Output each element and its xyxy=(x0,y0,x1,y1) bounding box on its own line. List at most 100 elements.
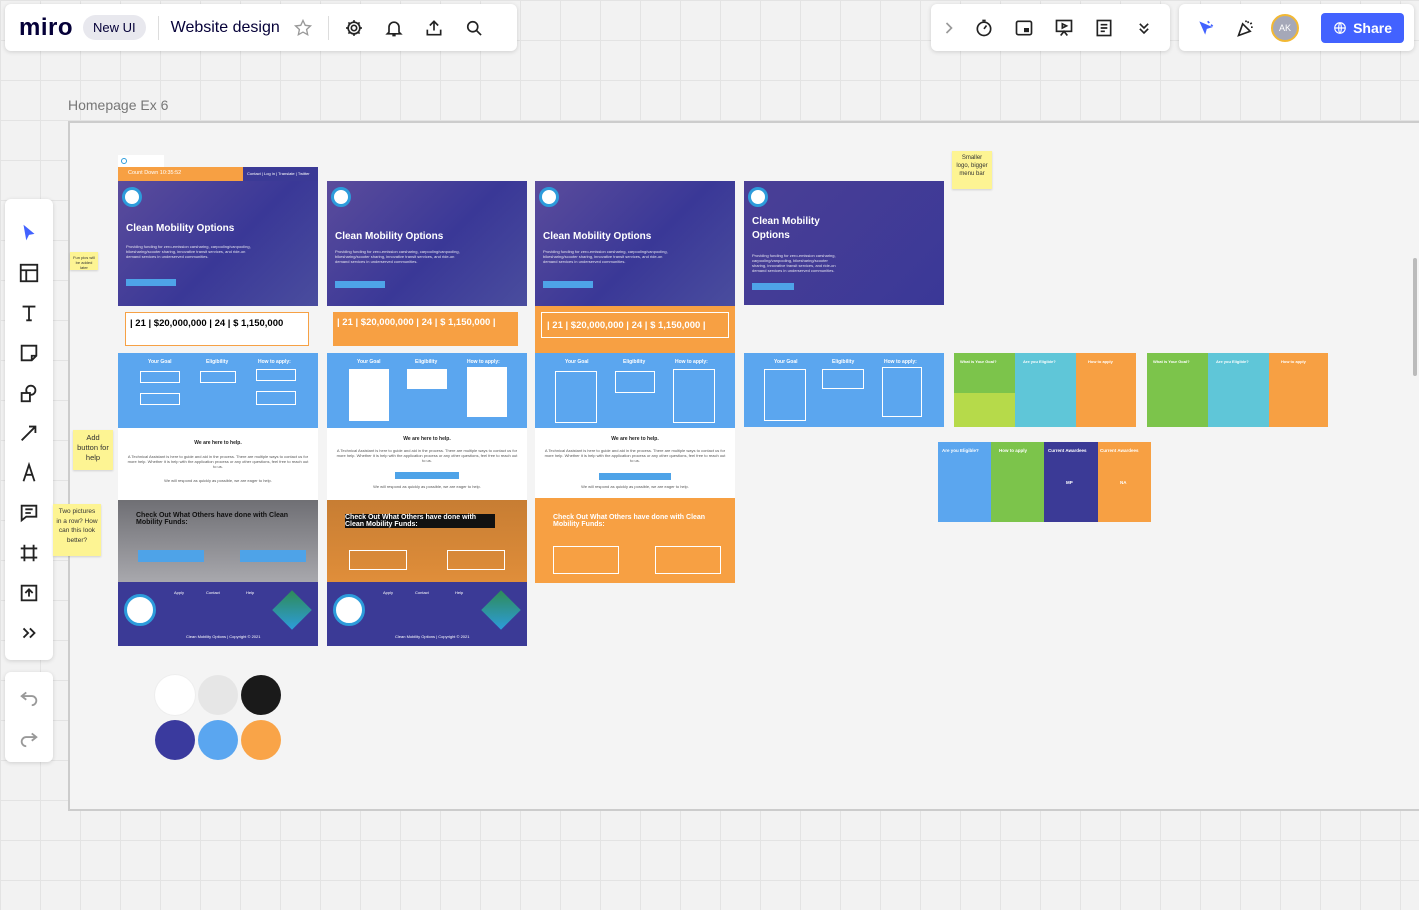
presentation-icon[interactable] xyxy=(1051,15,1077,41)
goals-section-1[interactable]: Your Goal Eligibility How to apply: xyxy=(118,353,318,428)
sticky-note[interactable]: Fun pics will be added later xyxy=(70,252,98,270)
left-toolbar xyxy=(5,199,53,660)
notes-icon[interactable] xyxy=(1091,15,1117,41)
how-apply-label: How to apply xyxy=(1088,359,1113,364)
footer-copyright: Clean Mobility Options | Copyright © 202… xyxy=(186,634,261,639)
undo-redo-panel xyxy=(5,672,53,762)
mini-logo-icon xyxy=(121,158,127,164)
chevron-right-icon[interactable] xyxy=(939,15,959,41)
na-label: NA xyxy=(1120,480,1127,485)
star-icon[interactable] xyxy=(290,15,316,41)
upload-icon[interactable] xyxy=(11,573,47,613)
sticky-note[interactable]: Two pictures in a row? How can this look… xyxy=(53,504,101,556)
hero-mockup-2[interactable]: Clean Mobility Options Providing funding… xyxy=(327,181,527,306)
apply-box xyxy=(673,369,715,423)
select-tool-icon[interactable] xyxy=(11,213,47,253)
top-links-bar[interactable]: Contact | Log in | Translate | Twitter xyxy=(243,167,318,181)
hero-title: Clean Mobility Options xyxy=(126,223,235,234)
upload-icon[interactable] xyxy=(421,15,447,41)
sticky-note-icon[interactable] xyxy=(11,333,47,373)
current-awardees-label: Current Awardees xyxy=(1048,448,1087,453)
share-button[interactable]: Share xyxy=(1321,12,1404,43)
help-heading: We are here to help. xyxy=(403,436,451,442)
goal-block-variant-1[interactable]: What is Your Goal? Are you Eligible? How… xyxy=(954,353,1136,427)
apply-box xyxy=(256,391,296,405)
color-swatch-orange[interactable] xyxy=(241,720,281,760)
new-ui-badge[interactable]: New UI xyxy=(83,15,146,40)
color-swatch-blue[interactable] xyxy=(198,720,238,760)
apply-column: How to apply xyxy=(991,442,1044,522)
shapes-icon[interactable] xyxy=(11,373,47,413)
chevron-double-down-icon[interactable] xyxy=(1131,15,1157,41)
color-swatch-light-gray[interactable] xyxy=(198,675,238,715)
checkout-section-3[interactable]: Check Out What Others have done with Cle… xyxy=(535,498,735,583)
how-apply-header: How to apply: xyxy=(675,359,708,365)
text-tool-icon[interactable] xyxy=(11,293,47,333)
pen-icon[interactable] xyxy=(11,453,47,493)
color-swatch-black[interactable] xyxy=(241,675,281,715)
frames-icon[interactable] xyxy=(1011,15,1037,41)
party-icon[interactable] xyxy=(1233,15,1259,41)
frame-title[interactable]: Homepage Ex 6 xyxy=(68,97,168,113)
goal-card xyxy=(349,369,389,421)
stats-box-3[interactable]: | 21 | $20,000,000 | 24 | $ 1,150,000 | xyxy=(535,306,735,353)
awardees-block[interactable]: Are you Eligible? How to apply Current A… xyxy=(938,442,1151,522)
board-name[interactable]: Website design xyxy=(171,19,280,37)
color-swatch-navy[interactable] xyxy=(155,720,195,760)
avatar[interactable]: AK xyxy=(1271,13,1299,42)
divider xyxy=(157,15,159,40)
goal-subblock xyxy=(954,393,1015,427)
goals-section-3[interactable]: Your Goal Eligibility How to apply: xyxy=(535,353,735,428)
apply-column: How to apply xyxy=(1076,353,1136,427)
cursor-icon[interactable] xyxy=(1193,15,1219,41)
templates-icon[interactable] xyxy=(11,253,47,293)
bell-icon[interactable] xyxy=(381,15,407,41)
hero-mockup-3[interactable]: Clean Mobility Options Providing funding… xyxy=(535,181,735,306)
sticky-note[interactable]: Smaller logo, bigger menu bar xyxy=(952,151,992,189)
goals-section-4[interactable]: Your Goal Eligibility How to apply: xyxy=(744,353,944,427)
timer-icon[interactable] xyxy=(971,15,997,41)
vertical-scrollbar[interactable] xyxy=(1413,258,1417,376)
goal-block-variant-2[interactable]: What is Your Goal? Are you Eligible? How… xyxy=(1147,353,1328,427)
color-swatch-white[interactable] xyxy=(155,675,195,715)
stats-box-1[interactable]: | 21 | $20,000,000 | 24 | $ 1,150,000 xyxy=(125,312,309,346)
undo-icon[interactable] xyxy=(11,677,47,717)
footer-help: Help xyxy=(246,590,255,595)
countdown-text: Count Down 10:35:52 xyxy=(128,170,182,176)
logo-strip[interactable] xyxy=(118,155,164,167)
help-heading: We are here to help. xyxy=(611,436,659,442)
redo-icon[interactable] xyxy=(11,718,47,758)
globe-icon xyxy=(1334,21,1346,34)
help-section-2[interactable]: We are here to help. A Technical Assista… xyxy=(327,428,527,500)
hero-title: Clean Mobility Options xyxy=(543,231,652,242)
what-goal-label: What is Your Goal? xyxy=(1153,359,1190,364)
comment-icon[interactable] xyxy=(11,493,47,533)
footer-mockup-2[interactable]: Apply Contact Help Clean Mobility Option… xyxy=(327,582,527,646)
miro-logo[interactable]: miro xyxy=(19,14,73,42)
gear-icon[interactable] xyxy=(341,15,367,41)
hero-logo-icon xyxy=(748,187,768,207)
frame-tool-icon[interactable] xyxy=(11,533,47,573)
search-icon[interactable] xyxy=(461,15,487,41)
eligible-column: Are you Eligible? xyxy=(938,442,991,522)
learn-more-button xyxy=(335,281,385,288)
checkout-section-2[interactable]: Check Out What Others have done with Cle… xyxy=(327,500,527,582)
hero-title-line-2: Options xyxy=(752,230,790,241)
goals-section-2[interactable]: Your Goal Eligibility How to apply: xyxy=(327,353,527,428)
help-heading: We are here to help. xyxy=(194,440,242,446)
goal-header: Your Goal xyxy=(565,359,589,365)
connection-line-icon[interactable] xyxy=(11,413,47,453)
eligibility-card xyxy=(407,369,447,389)
checkout-section-1[interactable]: Check Out What Others have done with Cle… xyxy=(118,500,318,582)
more-tools-icon[interactable] xyxy=(11,613,47,653)
hero-mockup-1[interactable]: Clean Mobility Options Providing funding… xyxy=(118,181,318,306)
sticky-note[interactable]: Add button for help xyxy=(73,430,113,470)
how-apply-label: How to apply xyxy=(999,448,1027,453)
help-section-3[interactable]: We are here to help. A Technical Assista… xyxy=(535,428,735,498)
apply-card xyxy=(467,367,507,417)
countdown-bar[interactable]: Count Down 10:35:52 xyxy=(118,167,243,181)
footer-mockup-1[interactable]: Apply Contact Help Clean Mobility Option… xyxy=(118,582,318,646)
hero-mockup-4[interactable]: Clean Mobility Options Providing funding… xyxy=(744,181,944,305)
stats-box-2[interactable]: | 21 | $20,000,000 | 24 | $ 1,150,000 | xyxy=(333,312,518,346)
help-section-1[interactable]: We are here to help. A Technical Assista… xyxy=(118,428,318,500)
